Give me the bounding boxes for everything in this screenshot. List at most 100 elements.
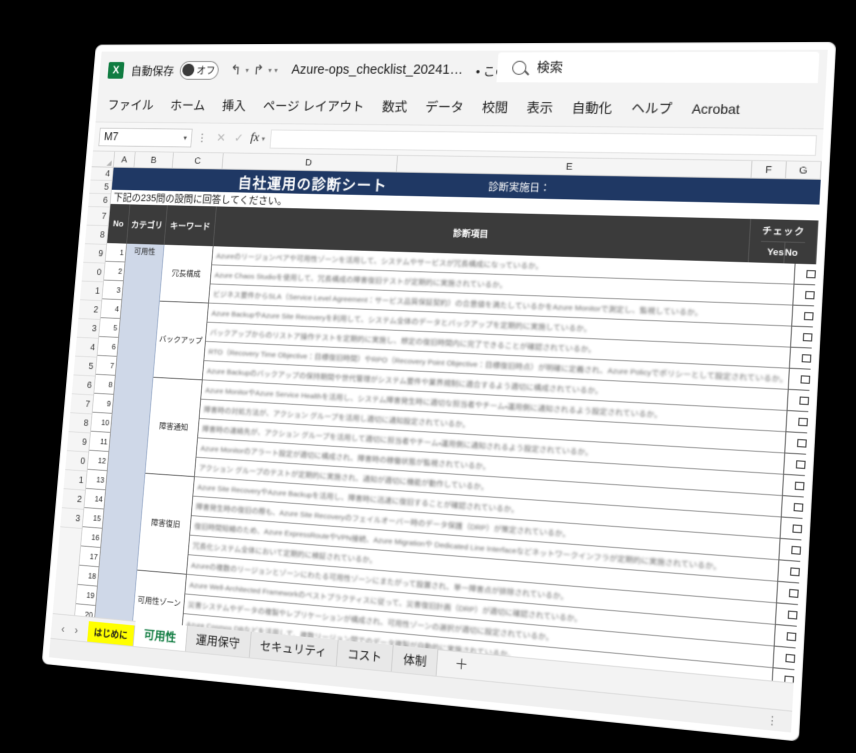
checkbox-icon[interactable]	[796, 460, 806, 469]
cell-checkbox[interactable]	[790, 326, 817, 350]
cell-checkbox[interactable]	[812, 562, 817, 588]
name-box[interactable]: M7 ▾	[98, 127, 193, 148]
cell-no[interactable]: 4	[100, 299, 123, 319]
checkbox-icon[interactable]	[790, 567, 801, 577]
cell-no[interactable]: 1	[105, 243, 127, 263]
chevron-down-icon[interactable]: ▾	[183, 134, 187, 142]
checkbox-icon[interactable]	[795, 481, 805, 491]
checkbox-icon[interactable]	[786, 632, 797, 642]
row-header[interactable]: 4	[75, 337, 99, 358]
ribbon-tab-0[interactable]: ファイル	[99, 92, 162, 119]
checkbox-icon[interactable]	[799, 396, 810, 406]
undo-icon[interactable]: ↰	[228, 62, 243, 77]
cell-no[interactable]: 9	[92, 393, 115, 414]
cell-checkbox[interactable]	[778, 538, 814, 563]
saved-state-label[interactable]: • この PC に保存済み ⌄	[475, 61, 607, 79]
checkbox-icon[interactable]	[791, 545, 802, 555]
row-header[interactable]: 1	[80, 281, 103, 302]
row-header[interactable]: 4	[90, 167, 113, 181]
cell-no[interactable]: 14	[84, 488, 106, 510]
checkbox-icon[interactable]	[806, 270, 817, 279]
row-header[interactable]: 3	[60, 508, 84, 529]
cancel-icon[interactable]: ✕	[212, 131, 231, 146]
row-header[interactable]: 0	[81, 262, 105, 283]
cell-checkbox[interactable]	[808, 649, 817, 675]
checkbox-icon[interactable]	[792, 524, 803, 534]
row-header[interactable]: 6	[88, 193, 111, 208]
cell-no[interactable]: 7	[95, 355, 118, 376]
ribbon-tab-8[interactable]: 自動化	[562, 94, 621, 123]
sheet-tab[interactable]: 体制	[392, 644, 439, 676]
cell-checkbox[interactable]	[810, 606, 817, 631]
cell-no[interactable]: 13	[85, 469, 108, 491]
cell-no[interactable]: 15	[82, 507, 105, 529]
row-header[interactable]: 7	[70, 394, 94, 415]
cell-checkbox[interactable]	[792, 284, 817, 307]
ribbon-tab-1[interactable]: ホーム	[162, 92, 214, 119]
cell-no[interactable]: 24	[75, 681, 90, 683]
cell-keyword-merged[interactable]: 障害通知	[145, 377, 202, 478]
previous-sheet-icon[interactable]: ‹	[61, 622, 65, 635]
cell-checkbox[interactable]	[794, 263, 817, 286]
undo-chevron-down-icon[interactable]: ▾	[245, 66, 249, 74]
search-input[interactable]: 検索	[496, 51, 820, 84]
cell-checkbox[interactable]	[777, 560, 813, 585]
select-all-corner[interactable]	[91, 151, 116, 167]
formula-expand-icon[interactable]: ▾	[261, 134, 265, 142]
qat-more-icon[interactable]: ▾	[274, 66, 278, 74]
ribbon-tab-3[interactable]: ページ レイアウト	[254, 92, 373, 120]
cell-no[interactable]: 11	[89, 431, 111, 452]
row-header[interactable]: 9	[66, 432, 90, 453]
cell-no[interactable]: 18	[77, 565, 100, 587]
ribbon-tab-7[interactable]: 表示	[517, 94, 562, 123]
ribbon-tab-6[interactable]: 校閲	[473, 93, 518, 121]
cell-keyword-merged[interactable]: 障害復旧	[137, 473, 194, 575]
checkbox-icon[interactable]	[793, 503, 804, 512]
cell-checkbox[interactable]	[775, 603, 811, 628]
cell-checkbox[interactable]	[788, 368, 817, 392]
cell-checkbox[interactable]	[791, 305, 817, 328]
cell-keyword-merged[interactable]: バックアップ	[153, 301, 209, 381]
cell-no[interactable]: 19	[76, 584, 98, 607]
row-header[interactable]: 2	[78, 300, 102, 320]
cell-checkbox[interactable]	[806, 671, 817, 683]
cell-no[interactable]: 16	[81, 527, 103, 549]
cell-checkbox[interactable]	[787, 389, 817, 413]
checkbox-icon[interactable]	[797, 438, 808, 448]
checkbox-icon[interactable]	[805, 291, 816, 300]
cell-no[interactable]: 23	[75, 662, 92, 683]
autosave-toggle[interactable]: オフ	[179, 60, 220, 80]
cell-no[interactable]: 8	[94, 374, 116, 395]
ribbon-tab-9[interactable]: ヘルプ	[622, 94, 682, 123]
cell-checkbox[interactable]	[780, 517, 816, 542]
formula-bar-more-icon[interactable]: ⋮	[191, 131, 212, 144]
row-header[interactable]: 0	[65, 451, 89, 472]
next-sheet-icon[interactable]: ›	[74, 624, 78, 637]
status-options-icon[interactable]: ⋮	[766, 713, 779, 728]
column-header-b[interactable]: B	[134, 152, 174, 168]
cell-no[interactable]: 6	[97, 336, 119, 357]
row-header[interactable]: 9	[83, 244, 107, 264]
cell-keyword-merged[interactable]: 冗長構成	[159, 244, 213, 304]
cell-checkbox[interactable]	[784, 432, 817, 456]
cell-checkbox[interactable]	[811, 584, 817, 610]
cell-checkbox[interactable]	[782, 474, 817, 499]
ribbon-tab-2[interactable]: 挿入	[213, 92, 254, 119]
checkbox-icon[interactable]	[798, 417, 809, 427]
row-header[interactable]: 1	[63, 470, 87, 491]
row-header[interactable]: 5	[73, 356, 97, 377]
cell-checkbox[interactable]	[809, 627, 817, 653]
column-header-f[interactable]: F	[751, 160, 787, 179]
ribbon-tab-10[interactable]: Acrobat	[682, 96, 749, 122]
cell-checkbox[interactable]	[789, 347, 817, 371]
cell-no[interactable]: 10	[90, 412, 113, 433]
row-header[interactable]: 8	[68, 413, 92, 434]
cell-checkbox[interactable]	[785, 411, 817, 435]
column-header-d[interactable]: D	[222, 153, 398, 172]
row-header[interactable]: 2	[61, 489, 86, 510]
column-header-g[interactable]: G	[785, 161, 822, 179]
checkbox-icon[interactable]	[788, 610, 798, 620]
row-header[interactable]: 5	[89, 180, 112, 195]
checkbox-icon[interactable]	[789, 588, 800, 598]
cell-no[interactable]: 5	[99, 318, 121, 338]
